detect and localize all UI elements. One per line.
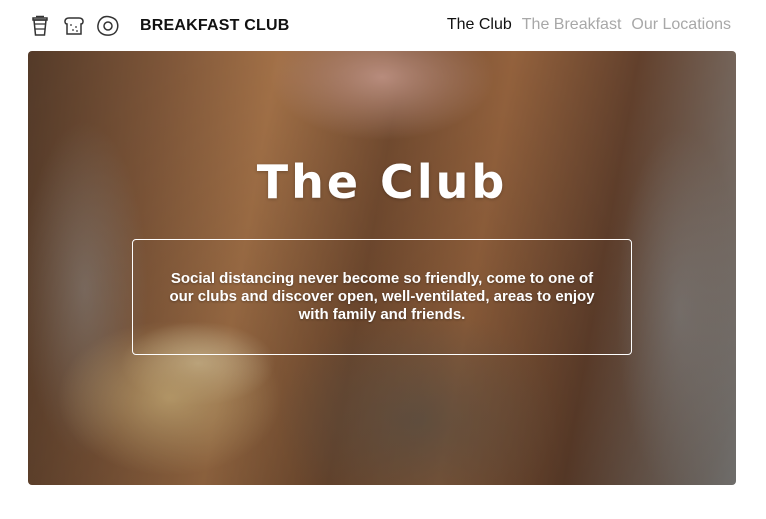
hero-title: The Club [256,155,508,209]
site-header: BREAKFAST CLUB The Club The Breakfast Ou… [0,0,766,51]
brand-name: BREAKFAST CLUB [140,17,290,34]
hero-description-box: Social distancing never become so friend… [132,239,632,355]
toast-icon [62,14,86,38]
brand[interactable]: BREAKFAST CLUB [28,12,289,40]
egg-icon [96,14,120,38]
nav-link-the-breakfast[interactable]: The Breakfast [522,16,622,34]
main-nav: The Club The Breakfast Our Locations [447,16,731,34]
nav-link-the-club[interactable]: The Club [447,16,512,34]
nav-link-our-locations[interactable]: Our Locations [631,16,731,34]
hero-banner: The Club Social distancing never become … [28,51,736,485]
hero-description: Social distancing never become so friend… [169,270,595,323]
coffee-cup-icon [28,14,52,38]
